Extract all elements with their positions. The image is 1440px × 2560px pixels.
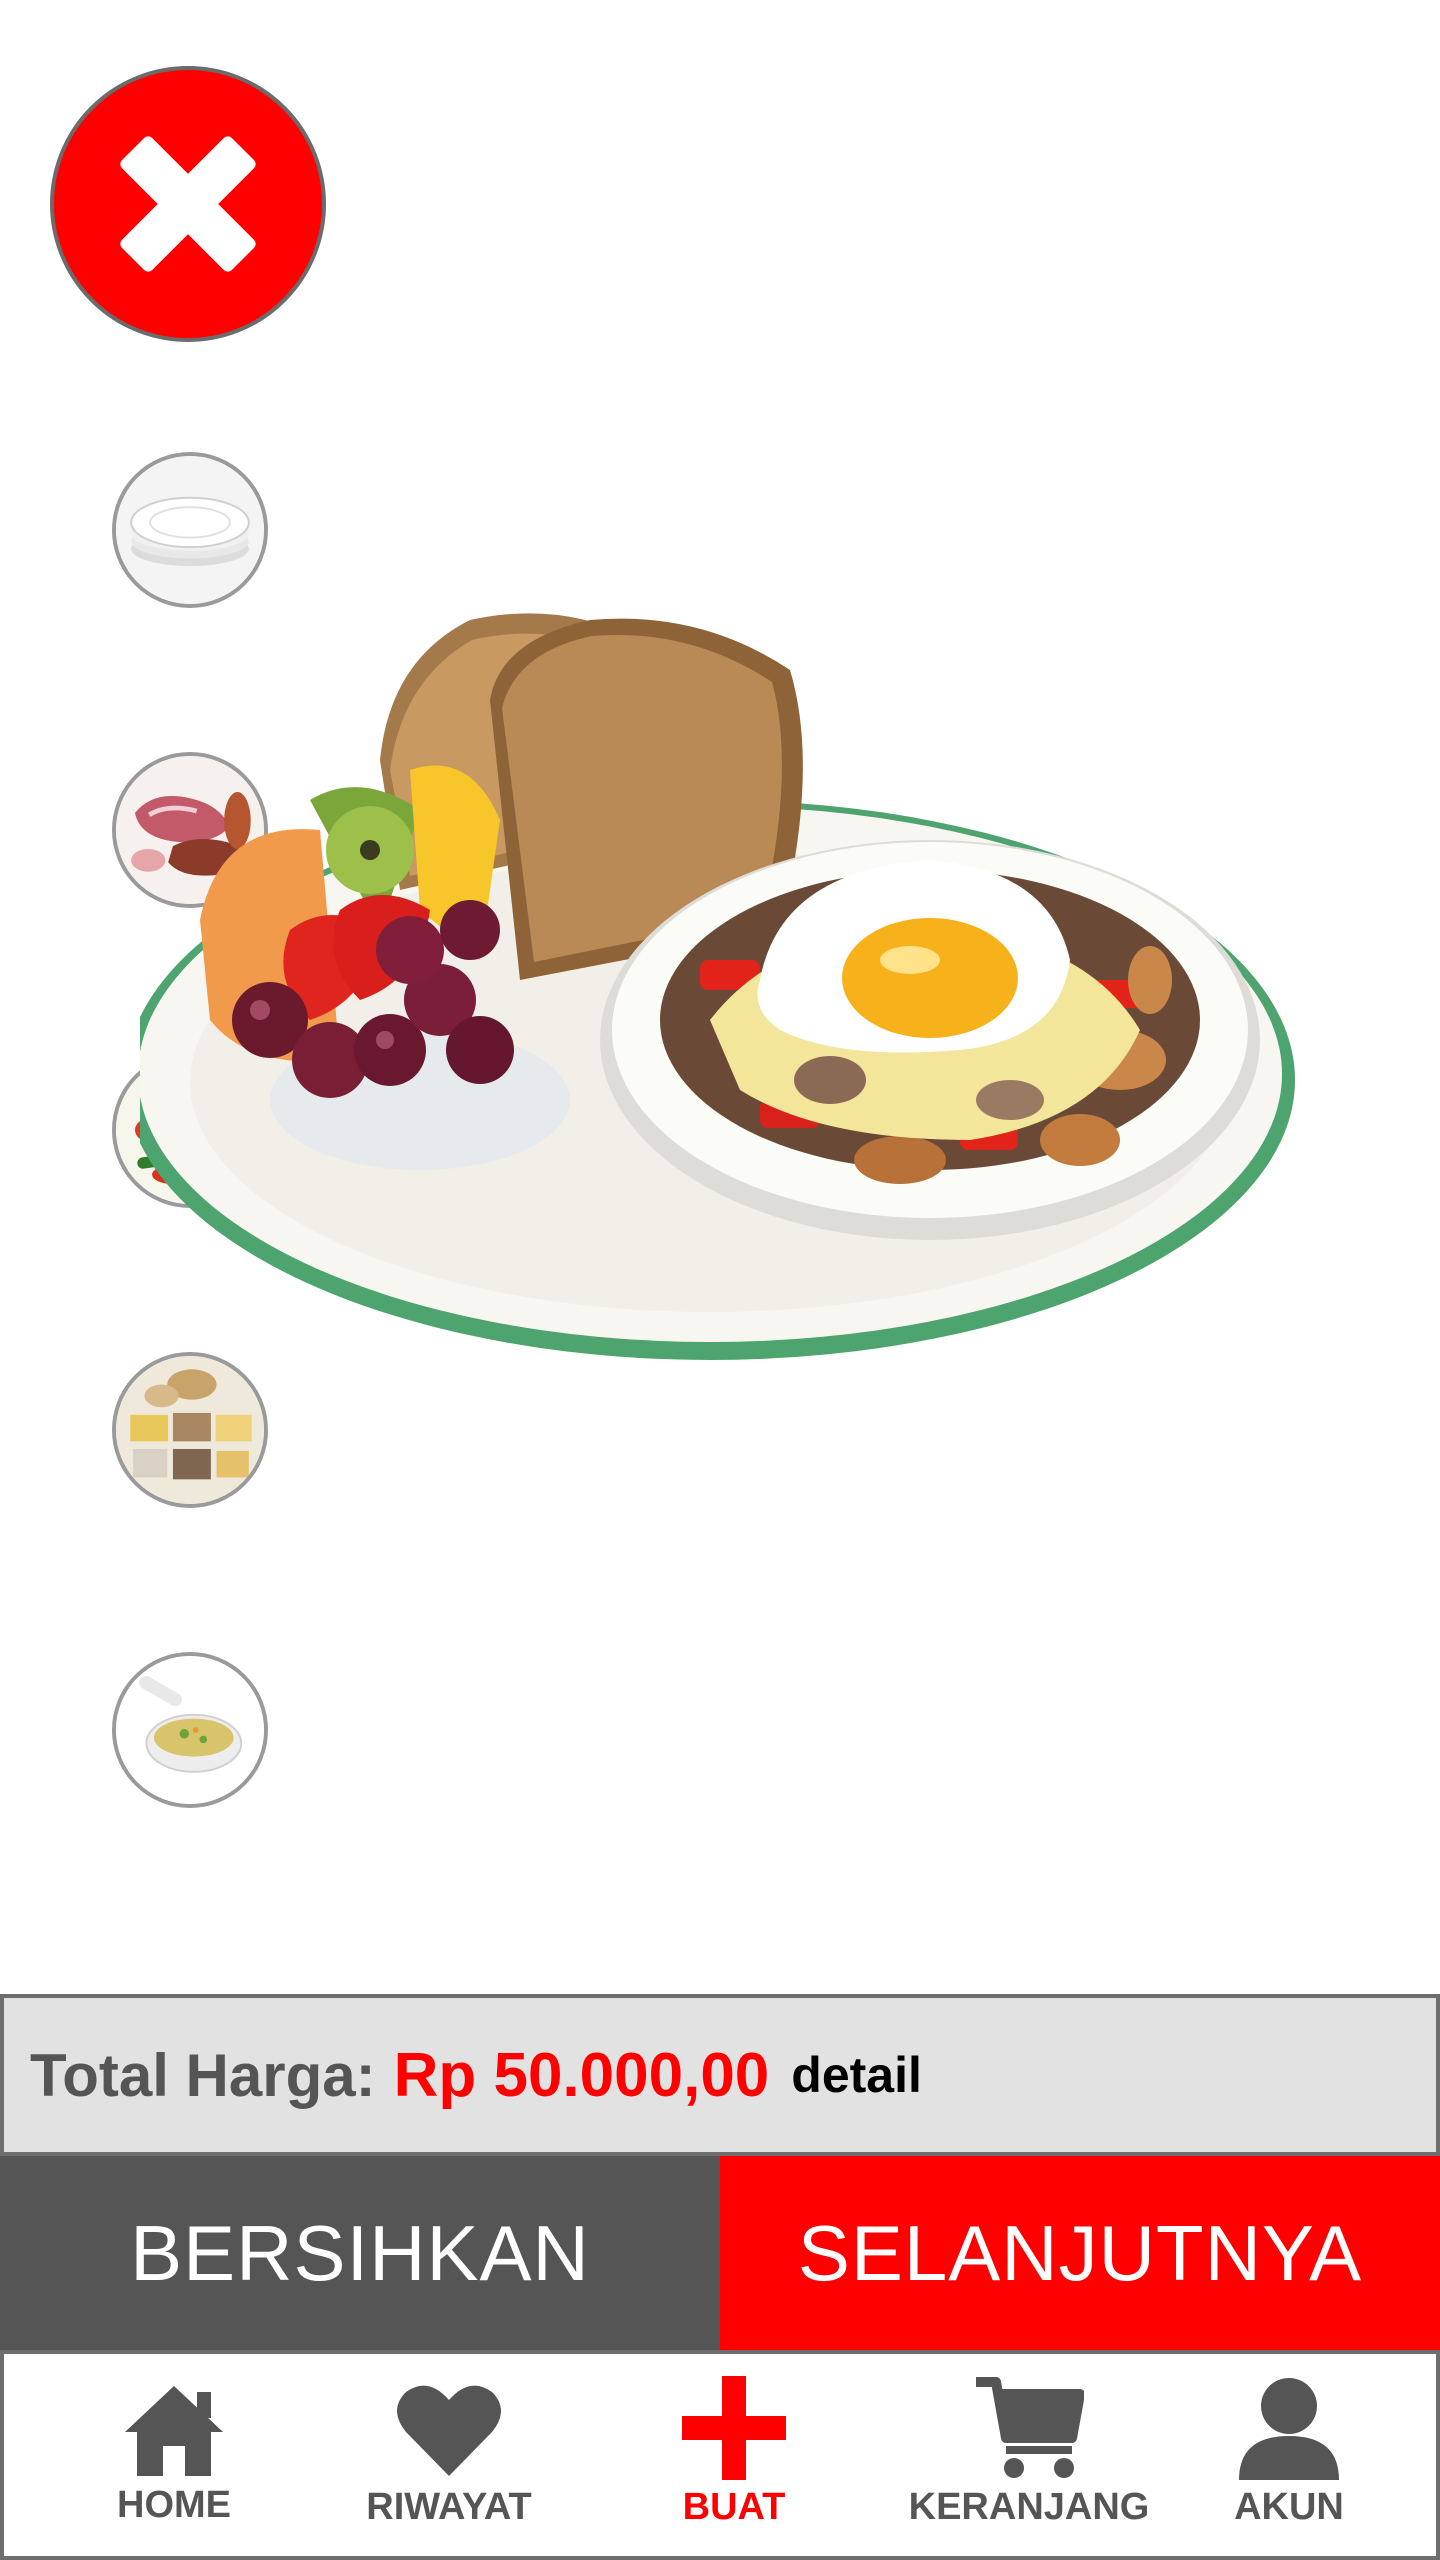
- close-icon: [120, 136, 256, 272]
- meal-plate-image: [140, 613, 1295, 1360]
- total-price-label: Total Harga:: [30, 2041, 376, 2109]
- category-plate-button[interactable]: [112, 452, 268, 608]
- total-price-value: Rp 50.000,00: [393, 2040, 770, 2110]
- nav-label-home: HOME: [117, 2484, 231, 2526]
- home-icon: [125, 2386, 223, 2476]
- nav-item-home[interactable]: HOME: [64, 2354, 284, 2556]
- bottom-nav: HOME RIWAYAT BUAT KERANJANG AKUN: [0, 2350, 1440, 2560]
- total-price-bar: Total Harga: Rp 50.000,00 detail: [0, 1994, 1440, 2156]
- nav-item-riwayat[interactable]: RIWAYAT: [334, 2354, 564, 2556]
- nav-item-akun[interactable]: AKUN: [1194, 2354, 1384, 2556]
- close-button[interactable]: [50, 66, 326, 342]
- user-icon: [1239, 2378, 1339, 2480]
- clear-button[interactable]: BERSIHKAN: [0, 2156, 720, 2350]
- nav-label-keranjang: KERANJANG: [908, 2486, 1150, 2528]
- cart-icon: [976, 2377, 1084, 2478]
- nav-label-akun: AKUN: [1234, 2486, 1344, 2528]
- nav-item-keranjang[interactable]: KERANJANG: [894, 2354, 1164, 2556]
- next-button[interactable]: SELANJUTNYA: [720, 2156, 1440, 2350]
- plus-icon: [682, 2376, 786, 2480]
- nav-label-riwayat: RIWAYAT: [366, 2486, 532, 2528]
- category-soup-button[interactable]: [112, 1652, 268, 1808]
- heart-icon: [397, 2385, 501, 2476]
- nav-item-buat[interactable]: BUAT: [624, 2354, 844, 2556]
- plate-icon: [116, 456, 264, 604]
- detail-link[interactable]: detail: [791, 2046, 922, 2104]
- nav-label-buat: BUAT: [682, 2486, 786, 2528]
- soup-icon: [116, 1656, 264, 1804]
